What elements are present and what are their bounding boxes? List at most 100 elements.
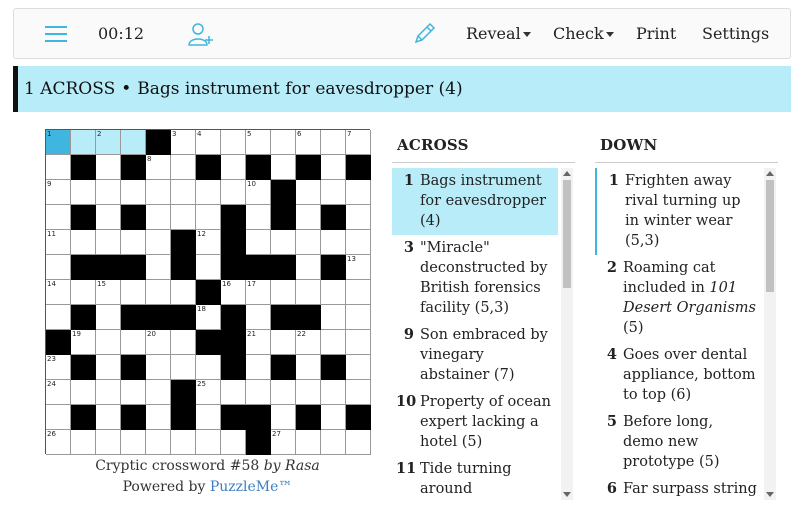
grid-cell[interactable]: [246, 305, 271, 330]
grid-cell[interactable]: [146, 380, 171, 405]
check-menu[interactable]: Check: [553, 9, 614, 58]
grid-cell[interactable]: [96, 430, 121, 455]
grid-cell[interactable]: [121, 380, 146, 405]
grid-cell[interactable]: [146, 280, 171, 305]
grid-cell[interactable]: [196, 405, 221, 430]
pencil-icon[interactable]: [412, 9, 436, 58]
grid-cell[interactable]: [296, 280, 321, 305]
grid-cell[interactable]: [171, 430, 196, 455]
grid-cell[interactable]: 17: [246, 280, 271, 305]
grid-cell[interactable]: [271, 405, 296, 430]
grid-cell[interactable]: [196, 255, 221, 280]
grid-cell[interactable]: [346, 180, 371, 205]
clue-item[interactable]: 10 Property of ocean expert lacking a hot…: [392, 389, 558, 456]
grid-cell[interactable]: [121, 230, 146, 255]
grid-cell[interactable]: [296, 255, 321, 280]
grid-cell[interactable]: [46, 255, 71, 280]
grid-cell[interactable]: [71, 230, 96, 255]
grid-cell[interactable]: [171, 280, 196, 305]
grid-cell[interactable]: [296, 230, 321, 255]
scroll-up-icon[interactable]: [563, 171, 571, 176]
grid-cell[interactable]: [146, 180, 171, 205]
grid-cell[interactable]: 16: [221, 280, 246, 305]
grid-cell[interactable]: [271, 130, 296, 155]
grid-cell[interactable]: [321, 430, 346, 455]
down-scrollbar[interactable]: [764, 168, 776, 500]
grid-cell[interactable]: [71, 280, 96, 305]
grid-cell[interactable]: [171, 330, 196, 355]
grid-cell[interactable]: [296, 180, 321, 205]
grid-cell[interactable]: 20: [146, 330, 171, 355]
clue-item[interactable]: 3 "Miracle" deconstructed by British fore…: [392, 235, 558, 322]
grid-cell[interactable]: 19: [71, 330, 96, 355]
grid-cell[interactable]: 8: [146, 155, 171, 180]
clue-item[interactable]: 4 Goes over dental appliance, bottom to t…: [595, 342, 761, 409]
grid-cell[interactable]: [221, 380, 246, 405]
grid-cell[interactable]: [71, 180, 96, 205]
grid-cell[interactable]: [121, 180, 146, 205]
grid-cell[interactable]: [271, 230, 296, 255]
grid-cell[interactable]: 22: [296, 330, 321, 355]
grid-cell[interactable]: [96, 305, 121, 330]
grid-cell[interactable]: [196, 180, 221, 205]
grid-cell[interactable]: [121, 130, 146, 155]
grid-cell[interactable]: [71, 430, 96, 455]
clue-item[interactable]: 6 Far surpass string theorist from France…: [595, 476, 761, 500]
add-user-icon[interactable]: [188, 9, 214, 58]
grid-cell[interactable]: [221, 130, 246, 155]
grid-cell[interactable]: [271, 280, 296, 305]
grid-cell[interactable]: 2: [96, 130, 121, 155]
across-scrollbar[interactable]: [561, 168, 573, 500]
grid-cell[interactable]: [271, 380, 296, 405]
grid-cell[interactable]: [296, 380, 321, 405]
grid-cell[interactable]: 26: [46, 430, 71, 455]
grid-cell[interactable]: [296, 430, 321, 455]
grid-cell[interactable]: [221, 155, 246, 180]
grid-cell[interactable]: [121, 280, 146, 305]
grid-cell[interactable]: [346, 380, 371, 405]
grid-cell[interactable]: [346, 205, 371, 230]
grid-cell[interactable]: [146, 430, 171, 455]
grid-cell[interactable]: 27: [271, 430, 296, 455]
grid-cell[interactable]: [246, 205, 271, 230]
menu-icon[interactable]: [45, 9, 67, 58]
grid-cell[interactable]: [271, 330, 296, 355]
grid-cell[interactable]: [171, 205, 196, 230]
clue-item[interactable]: 5 Before long, demo new prototype (5): [595, 409, 761, 476]
grid-cell[interactable]: 23: [46, 355, 71, 380]
grid-cell[interactable]: 1: [46, 130, 71, 155]
settings-button[interactable]: Settings: [702, 9, 769, 58]
grid-cell[interactable]: [346, 305, 371, 330]
grid-cell[interactable]: [46, 205, 71, 230]
grid-cell[interactable]: [346, 430, 371, 455]
clue-item[interactable]: 1 Bags instrument for eavesdropper (4): [392, 168, 558, 235]
grid-cell[interactable]: [321, 305, 346, 330]
grid-cell[interactable]: [296, 355, 321, 380]
grid-cell[interactable]: 18: [196, 305, 221, 330]
grid-cell[interactable]: 12: [196, 230, 221, 255]
grid-cell[interactable]: [196, 355, 221, 380]
grid-cell[interactable]: [321, 180, 346, 205]
grid-cell[interactable]: [171, 180, 196, 205]
grid-cell[interactable]: [321, 330, 346, 355]
clue-item[interactable]: 9 Son embraced by vinegary abstainer (7): [392, 322, 558, 389]
grid-cell[interactable]: [96, 205, 121, 230]
grid-cell[interactable]: [221, 180, 246, 205]
grid-cell[interactable]: [146, 230, 171, 255]
grid-cell[interactable]: [346, 355, 371, 380]
grid-cell[interactable]: [321, 380, 346, 405]
grid-cell[interactable]: [146, 255, 171, 280]
grid-cell[interactable]: [321, 155, 346, 180]
grid-cell[interactable]: [46, 155, 71, 180]
grid-cell[interactable]: [121, 330, 146, 355]
grid-cell[interactable]: [146, 355, 171, 380]
grid-cell[interactable]: [96, 355, 121, 380]
timer[interactable]: 00:12: [98, 9, 144, 58]
grid-cell[interactable]: [146, 205, 171, 230]
grid-cell[interactable]: [46, 405, 71, 430]
grid-cell[interactable]: [46, 305, 71, 330]
grid-cell[interactable]: [96, 380, 121, 405]
grid-cell[interactable]: 10: [246, 180, 271, 205]
crossword-grid[interactable]: 1 2 3 4 5 6 7 8 9 10 11 12 13 14 15 16 17 18 19 20 21 22 23 24 2…: [45, 129, 371, 455]
clue-item[interactable]: 2 Roaming cat included in 101 Desert Orga…: [595, 255, 761, 342]
